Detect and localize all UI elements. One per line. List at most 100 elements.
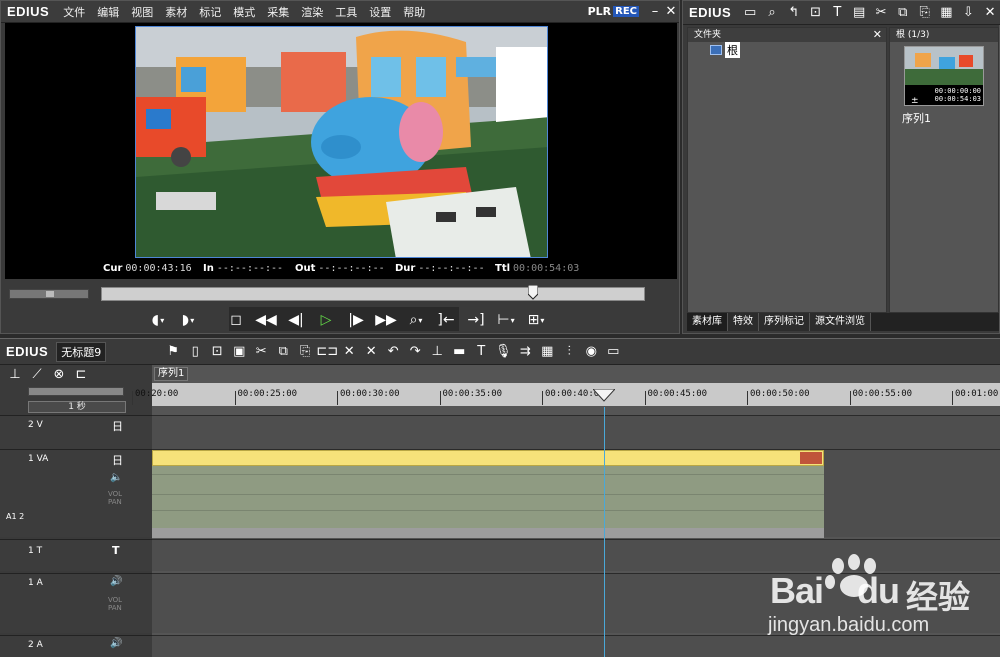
cut-icon[interactable]: ✂ <box>870 5 892 20</box>
snap-icon[interactable]: ⟋ <box>26 367 48 382</box>
set-in-icon[interactable]: ◖ ▾ <box>143 309 173 331</box>
redo-icon[interactable]: ↷ <box>404 344 426 359</box>
position-slider[interactable] <box>101 285 645 303</box>
search-icon[interactable]: ⌕ <box>761 5 783 20</box>
playhead-handle[interactable] <box>527 285 538 303</box>
track-add-icon[interactable]: ⊥ <box>4 367 26 382</box>
open-project-icon[interactable]: ⊡ <box>206 344 228 359</box>
delete-icon[interactable]: ✕ <box>338 344 360 359</box>
menu-clip[interactable]: 素材 <box>159 4 193 20</box>
in-point-jump-icon[interactable]: ]← <box>431 309 461 331</box>
rec-label[interactable]: REC <box>613 6 639 17</box>
copy-icon[interactable]: ⧉ <box>892 5 914 20</box>
time-ruler[interactable]: 00:20:00 00:00:25:00 00:00:30:00 00:00:35:0… <box>132 383 1000 407</box>
menu-edit[interactable]: 编辑 <box>91 4 125 20</box>
tab-source-browser[interactable]: 源文件浏览 <box>810 313 871 331</box>
menu-view[interactable]: 视图 <box>125 4 159 20</box>
track-header-1a[interactable]: 1 A 🔊 VOL PAN <box>0 573 152 633</box>
clip-thumbnail[interactable]: ± 00:00:00:00 00:00:54:03 <box>904 46 984 106</box>
overwrite-icon[interactable]: ⊞ ▾ <box>521 309 551 331</box>
title-icon[interactable]: T <box>470 344 492 359</box>
menu-capture[interactable]: 采集 <box>261 4 295 20</box>
paste-icon[interactable]: ⎘ <box>294 344 316 359</box>
step-forward-icon[interactable]: |▶ <box>341 309 371 331</box>
play-icon[interactable]: ▷ <box>311 309 341 331</box>
jog-thumb[interactable] <box>46 291 54 297</box>
speaker-icon[interactable]: 🔊 <box>110 576 122 587</box>
watermark-url: jingyan.baidu.com <box>768 614 930 636</box>
properties-icon[interactable]: ▦ <box>936 5 958 20</box>
link-icon[interactable]: ⊏ <box>70 367 92 382</box>
step-back-icon[interactable]: ◀| <box>281 309 311 331</box>
title-icon[interactable]: T <box>826 5 848 20</box>
tc-in: In --:--:--:-- <box>203 263 284 274</box>
copy-icon[interactable]: ⧉ <box>272 344 294 359</box>
color-icon[interactable]: ◉ <box>580 344 602 359</box>
cut-icon[interactable]: ✂ <box>250 344 272 359</box>
menu-render[interactable]: 渲染 <box>295 4 329 20</box>
export-icon[interactable]: ⇉ <box>514 344 536 359</box>
track-2v[interactable] <box>152 415 1000 449</box>
tab-effects[interactable]: 特效 <box>728 313 759 331</box>
new-sequence-icon[interactable]: ▯ <box>184 344 206 359</box>
speaker-icon[interactable]: 🔈 <box>110 472 122 483</box>
plr-label[interactable]: PLR <box>588 5 612 18</box>
save-icon[interactable]: ▣ <box>228 344 250 359</box>
rewind-icon[interactable]: ◀◀ <box>251 309 281 331</box>
microphone-icon[interactable]: 🎙 <box>492 344 514 359</box>
folder-root[interactable]: 根 <box>710 42 740 58</box>
menu-help[interactable]: 帮助 <box>397 4 431 20</box>
clip-name[interactable]: 序列1 <box>902 110 931 126</box>
audio-mixer-icon[interactable]: ⫶ <box>558 344 580 359</box>
layout-icon[interactable]: ▭ <box>602 344 624 359</box>
sequence-tab[interactable]: 序列1 <box>154 367 189 381</box>
paste-icon[interactable]: ⎘ <box>914 5 936 20</box>
sequence-title[interactable]: 无标题9 <box>56 341 107 362</box>
send-to-timeline-icon[interactable]: ⇩ <box>957 5 979 20</box>
track-header-1t[interactable]: 1 T T <box>0 539 152 571</box>
timeline-cursor-handle[interactable] <box>592 389 615 403</box>
fast-forward-icon[interactable]: ▶▶ <box>371 309 401 331</box>
minimize-icon[interactable]: – <box>647 4 663 19</box>
tab-sequence-marker[interactable]: 序列标记 <box>759 313 810 331</box>
replace-icon[interactable]: ⊏⊐ <box>316 344 338 359</box>
menu-marker[interactable]: 标记 <box>193 4 227 20</box>
zoom-slider[interactable] <box>28 387 124 396</box>
track-1va[interactable] <box>152 449 1000 538</box>
multicam-icon[interactable]: ▦ <box>536 344 558 359</box>
mode-icon[interactable]: ⚑ <box>162 344 184 359</box>
ripple-delete-icon[interactable]: ✕ <box>360 344 382 359</box>
track-lock-icon[interactable]: 日 <box>112 452 123 468</box>
jog-slider[interactable] <box>9 289 89 299</box>
menu-settings[interactable]: 设置 <box>363 4 397 20</box>
up-folder-icon[interactable]: ↰ <box>783 5 805 20</box>
track-lock-icon[interactable]: 日 <box>112 418 123 434</box>
insert-icon[interactable]: ⊢ ▾ <box>491 309 521 331</box>
clip-header[interactable] <box>152 450 824 466</box>
tab-asset-bin[interactable]: 素材库 <box>687 313 728 331</box>
timescale-selector[interactable]: 1 秒 <box>28 401 126 413</box>
speaker-icon[interactable]: 🔊 <box>110 638 122 649</box>
timeline-clip[interactable] <box>152 450 824 538</box>
close-icon[interactable]: ✕ <box>873 28 882 42</box>
menu-tools[interactable]: 工具 <box>329 4 363 20</box>
color-bar-icon[interactable]: ▤ <box>848 5 870 20</box>
track-header-2a[interactable]: 2 A 🔊 <box>0 635 152 657</box>
sync-lock-icon[interactable]: ⊗ <box>48 367 70 382</box>
add-marker-icon[interactable]: ⊥ <box>426 344 448 359</box>
close-icon[interactable]: ✕ <box>663 4 679 19</box>
undo-icon[interactable]: ↶ <box>382 344 404 359</box>
track-header-2v[interactable]: 2 V 日 <box>0 415 152 449</box>
set-out-icon[interactable]: ◗ ▾ <box>173 309 203 331</box>
loop-icon[interactable]: ⌕ ▾ <box>401 309 431 331</box>
menu-mode[interactable]: 模式 <box>227 4 261 20</box>
transition-icon[interactable]: ▬ <box>448 344 470 359</box>
stop-icon[interactable]: ◻ <box>221 309 251 331</box>
new-folder-icon[interactable]: ▭ <box>739 5 761 20</box>
timeline-cursor[interactable] <box>603 407 605 657</box>
track-header-1va[interactable]: 1 VA 日 🔈 VOL PAN A1 2 <box>0 449 152 537</box>
out-point-jump-icon[interactable]: →] <box>461 309 491 331</box>
close-icon[interactable]: ✕ <box>979 5 1000 20</box>
add-clip-icon[interactable]: ⊡ <box>805 5 827 20</box>
menu-file[interactable]: 文件 <box>57 4 91 20</box>
